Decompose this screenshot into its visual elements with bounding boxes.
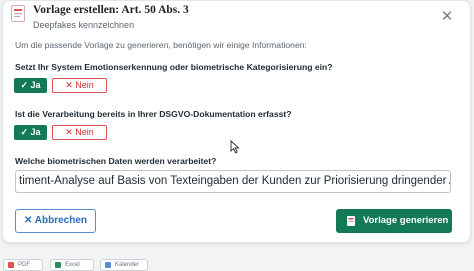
generate-template-button[interactable]: Vorlage generieren xyxy=(336,209,452,233)
pdf-icon xyxy=(8,262,14,268)
cancel-button[interactable]: ✕ Abbrechen xyxy=(15,209,96,233)
dialog-title: Vorlage erstellen: Art. 50 Abs. 3 xyxy=(33,4,189,16)
question-dsgvo-documentation: Ist die Verarbeitung bereits in Ihrer DS… xyxy=(15,109,292,119)
answer-no-button[interactable]: ✕ Nein xyxy=(52,78,107,93)
dialog-subtitle: Deepfakes kennzeichnen xyxy=(33,20,135,30)
file-icon xyxy=(347,216,355,226)
close-icon[interactable]: ✕ xyxy=(439,9,455,25)
biometric-data-label: Welche biometrischen Daten werden verarb… xyxy=(15,156,217,166)
question-emotion-recognition: Setzt Ihr System Emotionserkennung oder … xyxy=(15,62,333,72)
mouse-cursor-icon xyxy=(230,140,240,154)
export-excel-button[interactable]: Excel xyxy=(50,259,94,271)
answer-no-button[interactable]: ✕ Nein xyxy=(52,125,107,140)
generate-label: Vorlage generieren xyxy=(363,215,449,226)
template-dialog: Vorlage erstellen: Art. 50 Abs. 3 Deepfa… xyxy=(2,0,471,243)
intro-text: Um die passende Vorlage zu generieren, b… xyxy=(15,40,307,50)
answer-yes-button[interactable]: ✓ Ja xyxy=(14,78,47,93)
calendar-icon xyxy=(105,262,111,268)
answer-yes-button[interactable]: ✓ Ja xyxy=(14,125,47,140)
document-icon xyxy=(11,5,25,22)
export-pdf-button[interactable]: PDF xyxy=(3,259,43,271)
biometric-data-input[interactable]: timent-Analyse auf Basis von Texteingabe… xyxy=(15,170,451,193)
excel-icon xyxy=(55,262,61,268)
export-calendar-button[interactable]: Kalender xyxy=(100,259,148,271)
